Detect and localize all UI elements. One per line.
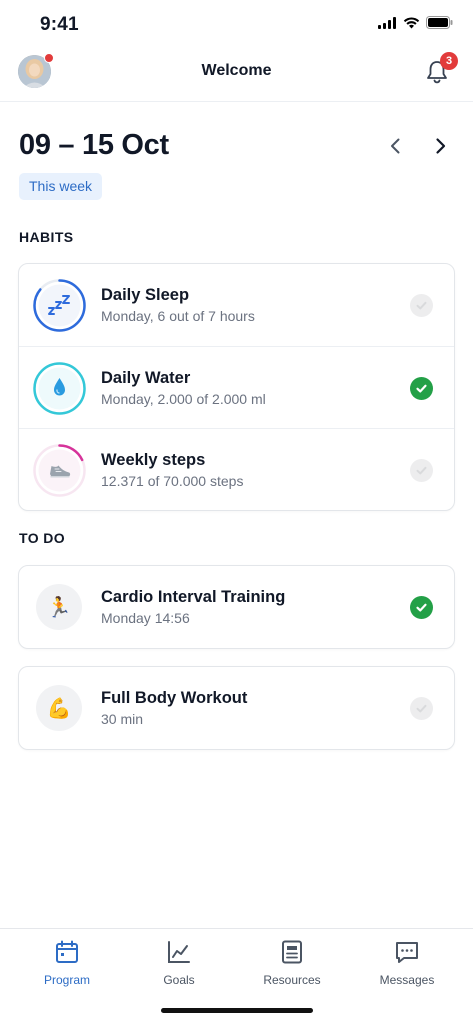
chart-line-icon [168,941,190,963]
habit-title: Weekly steps [101,451,206,469]
todo-check-toggle[interactable] [410,697,433,720]
tab-label: Program [43,973,90,987]
chevron-right-icon [436,138,446,154]
habit-subtitle: 12.371 of 70.000 steps [101,473,244,489]
next-week-button[interactable] [428,134,452,158]
todo-check-toggle[interactable] [410,596,433,619]
habit-check-toggle[interactable] [410,294,433,317]
checkmark-icon [416,704,427,713]
todo-row: 💪 Full Body Workout 30 min [19,667,454,749]
this-week-chip[interactable]: This week [19,173,103,200]
battery-icon [426,16,453,29]
checkmark-icon [416,301,427,310]
previous-week-button[interactable] [384,134,408,158]
page-title: Welcome [201,62,272,79]
habit-subtitle: Monday, 2.000 of 2.000 ml [101,391,266,407]
habit-title: Daily Water [101,369,191,387]
notification-badge: 3 [440,52,458,70]
habit-subtitle: Monday, 6 out of 7 hours [101,308,255,324]
running-person-icon: 🏃 [36,584,82,630]
todo-title: Full Body Workout [101,689,248,707]
todo-section-label: TO DO [19,530,66,546]
tab-label: Messages [379,973,435,987]
status-time: 9:41 [40,14,79,35]
checkmark-icon [416,466,427,475]
top-header: Welcome 3 [0,50,473,102]
checkmark-icon [416,603,427,612]
document-icon [282,940,302,964]
habit-check-toggle[interactable] [410,377,433,400]
habit-title: Daily Sleep [101,286,190,304]
notifications-button[interactable]: 3 [423,52,458,86]
chat-icon [396,942,418,963]
steps-progress-ring [33,444,86,497]
todo-card-full-body[interactable]: 💪 Full Body Workout 30 min [18,666,455,750]
water-progress-ring [33,362,86,415]
status-bar: 9:41 [0,0,473,50]
tab-program[interactable]: Program [17,939,117,987]
tab-resources[interactable]: Resources [242,939,342,987]
tab-goals[interactable]: Goals [129,939,229,987]
checkmark-icon [416,384,427,393]
todo-title: Cardio Interval Training [101,588,286,606]
todo-subtitle: Monday 14:56 [101,610,190,626]
status-icons [378,16,453,29]
home-indicator [161,1008,313,1013]
wifi-icon [403,16,420,28]
habit-row-steps[interactable]: Weekly steps 12.371 of 70.000 steps [19,428,454,510]
flexed-biceps-icon: 💪 [36,685,82,731]
todo-card-cardio[interactable]: 🏃 Cardio Interval Training Monday 14:56 [18,565,455,649]
habits-card: Daily Sleep Monday, 6 out of 7 hours Dai… [18,263,455,511]
todo-row: 🏃 Cardio Interval Training Monday 14:56 [19,566,454,648]
week-range-title: 09 – 15 Oct [19,129,169,161]
signal-icon [378,16,396,29]
todo-subtitle: 30 min [101,711,144,727]
habit-row-water[interactable]: Daily Water Monday, 2.000 of 2.000 ml [19,346,454,428]
habits-section-label: HABITS [19,229,74,245]
tab-messages[interactable]: Messages [357,939,457,987]
tab-label: Resources [263,973,321,987]
habit-check-toggle[interactable] [410,459,433,482]
calendar-icon [56,940,78,963]
chevron-left-icon [391,138,400,154]
sleep-progress-ring [33,279,86,332]
tab-label: Goals [163,973,195,987]
habit-row-sleep[interactable]: Daily Sleep Monday, 6 out of 7 hours [19,264,454,346]
